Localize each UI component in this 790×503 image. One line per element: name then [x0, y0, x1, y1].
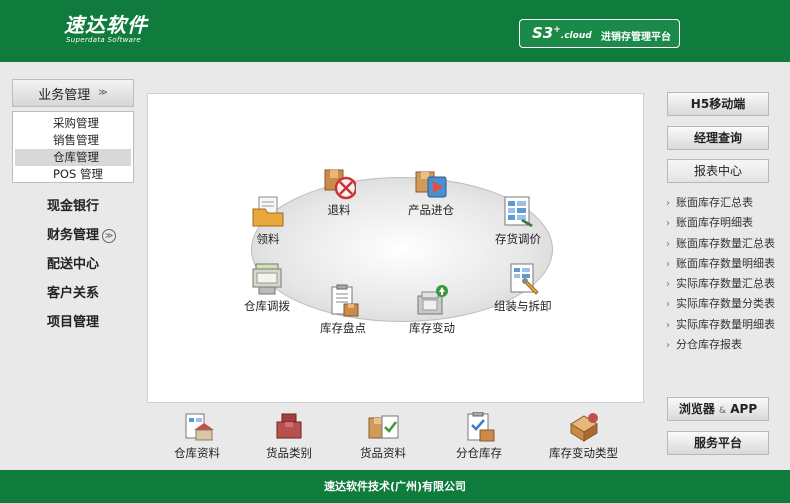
- func-label: 存货调价: [495, 232, 541, 246]
- report-link[interactable]: › 账面库存汇总表: [666, 193, 784, 213]
- chevron-right-icon: ›: [666, 198, 670, 209]
- goods-info-icon: [368, 415, 399, 439]
- report-list: › 账面库存汇总表 › 账面库存明细表 › 账面库存数量汇总表 › 账面库存数量明细表 …: [666, 193, 784, 355]
- chevron-down-icon: ≫: [98, 88, 108, 98]
- report-link[interactable]: › 实际库存数量明细表: [666, 315, 784, 335]
- func-stocktaking[interactable]: 库存盘点: [320, 284, 366, 336]
- stock-movement-icon: [417, 285, 448, 315]
- assembly-disassembly-icon: [510, 263, 539, 295]
- footer: 速达软件技术(广州)有限公司: [0, 470, 790, 503]
- report-link[interactable]: › 账面库存明细表: [666, 213, 784, 233]
- top-banner: 速达软件 Superdata Software S3+.cloud 进销存管理平…: [0, 0, 790, 62]
- stock-movement-type-icon: [569, 413, 598, 442]
- warehouse-transfer-icon: [252, 263, 282, 295]
- stocktaking-icon: [331, 284, 359, 317]
- material-requisition-icon: [252, 196, 284, 227]
- func-inventory-price-adjust[interactable]: 存货调价: [495, 195, 541, 247]
- submenu-item-purchase[interactable]: 采购管理: [15, 115, 131, 132]
- bottom-label: 库存变动类型: [549, 446, 618, 460]
- nav-item-project[interactable]: 项目管理: [47, 311, 99, 330]
- logo-text-cn: 速达软件: [64, 13, 148, 37]
- func-material-requisition[interactable]: 领料: [251, 195, 285, 247]
- submenu-item-pos[interactable]: POS 管理: [15, 166, 131, 183]
- report-link[interactable]: › 分仓库存报表: [666, 335, 784, 355]
- func-label: 组装与拆卸: [494, 299, 552, 313]
- bottom-label: 货品资料: [360, 446, 406, 460]
- product-name: S3+.cloud: [532, 24, 592, 42]
- return-material-icon: [324, 169, 356, 200]
- chevron-right-icon: ›: [666, 299, 670, 311]
- nav-head-label: 业务管理: [38, 87, 91, 103]
- func-label: 领料: [256, 232, 280, 246]
- report-link[interactable]: › 账面库存数量汇总表: [666, 234, 784, 254]
- bottom-stock-movement-type[interactable]: 库存变动类型: [549, 412, 618, 461]
- chevron-right-icon: ›: [666, 218, 670, 230]
- chevron-right-icon: ›: [666, 279, 670, 291]
- submenu-item-warehouse[interactable]: 仓库管理: [15, 149, 131, 166]
- goods-category-icon: [276, 413, 302, 439]
- bottom-label: 仓库资料: [174, 446, 220, 460]
- nav-item-crm[interactable]: 客户关系: [47, 282, 99, 301]
- chevron-right-icon: ›: [666, 258, 670, 270]
- warehouse-flow-panel: 退料 产品进仓 领料 存货调价 仓库调拨 组装与拆卸 库存盘点 库存变动: [147, 93, 644, 403]
- logo: 速达软件 Superdata Software: [64, 14, 148, 44]
- service-platform-button[interactable]: 服务平台: [667, 431, 769, 455]
- func-label: 产品进仓: [408, 203, 454, 217]
- manager-query-button[interactable]: 经理查询: [667, 126, 769, 150]
- func-assembly-disassembly[interactable]: 组装与拆卸: [494, 262, 552, 314]
- browser-app-button[interactable]: 浏览器 & APP: [667, 397, 769, 421]
- func-label: 退料: [327, 203, 351, 217]
- bottom-goods-category[interactable]: 货品类别: [266, 412, 312, 461]
- logo-text-en: Superdata Software: [66, 36, 142, 44]
- bottom-label: 分仓库存: [456, 446, 502, 460]
- product-inbound-icon: [415, 171, 447, 198]
- report-link[interactable]: › 实际库存数量汇总表: [666, 274, 784, 294]
- inventory-price-adjust-icon: [504, 196, 533, 227]
- chevron-right-icon: ›: [666, 319, 670, 331]
- nav-item-finance[interactable]: 财务管理 ≫: [47, 224, 117, 243]
- chevron-right-icon: ›: [666, 340, 670, 352]
- func-warehouse-transfer[interactable]: 仓库调拨: [244, 262, 290, 314]
- func-product-inbound[interactable]: 产品进仓: [408, 166, 454, 218]
- nav-item-distribution[interactable]: 配送中心: [47, 253, 99, 272]
- report-center-header[interactable]: 报表中心: [667, 159, 769, 183]
- chevron-right-icon: ›: [666, 238, 670, 250]
- submenu-item-sales[interactable]: 销售管理: [15, 132, 131, 149]
- report-link[interactable]: › 账面库存数量明细表: [666, 254, 784, 274]
- report-link[interactable]: › 实际库存数量分类表: [666, 294, 784, 314]
- func-label: 库存变动: [409, 321, 455, 335]
- footer-company: 速达软件技术(广州)有限公司: [323, 480, 467, 493]
- h5-mobile-button[interactable]: H5移动端: [667, 92, 769, 116]
- bottom-label: 货品类别: [266, 446, 312, 460]
- bottom-warehouse-info[interactable]: 仓库资料: [174, 412, 220, 461]
- func-label: 仓库调拨: [244, 299, 290, 313]
- warehouse-info-icon: [185, 413, 214, 441]
- nav-item-cash-bank[interactable]: 现金银行: [47, 195, 99, 214]
- expand-circle-icon: ≫: [102, 229, 117, 243]
- func-return-material[interactable]: 退料: [322, 166, 356, 218]
- bottom-goods-info[interactable]: 货品资料: [360, 412, 406, 461]
- product-badge: S3+.cloud 进销存管理平台: [519, 19, 680, 48]
- business-submenu: 采购管理 销售管理 仓库管理 POS 管理: [12, 111, 134, 183]
- func-label: 库存盘点: [320, 321, 366, 335]
- system-name: 进销存管理平台: [601, 32, 671, 43]
- nav-business-management[interactable]: 业务管理 ≫: [12, 79, 134, 107]
- func-stock-movement[interactable]: 库存变动: [409, 284, 455, 336]
- branch-stock-icon: [467, 412, 495, 442]
- bottom-branch-stock[interactable]: 分仓库存: [456, 412, 502, 461]
